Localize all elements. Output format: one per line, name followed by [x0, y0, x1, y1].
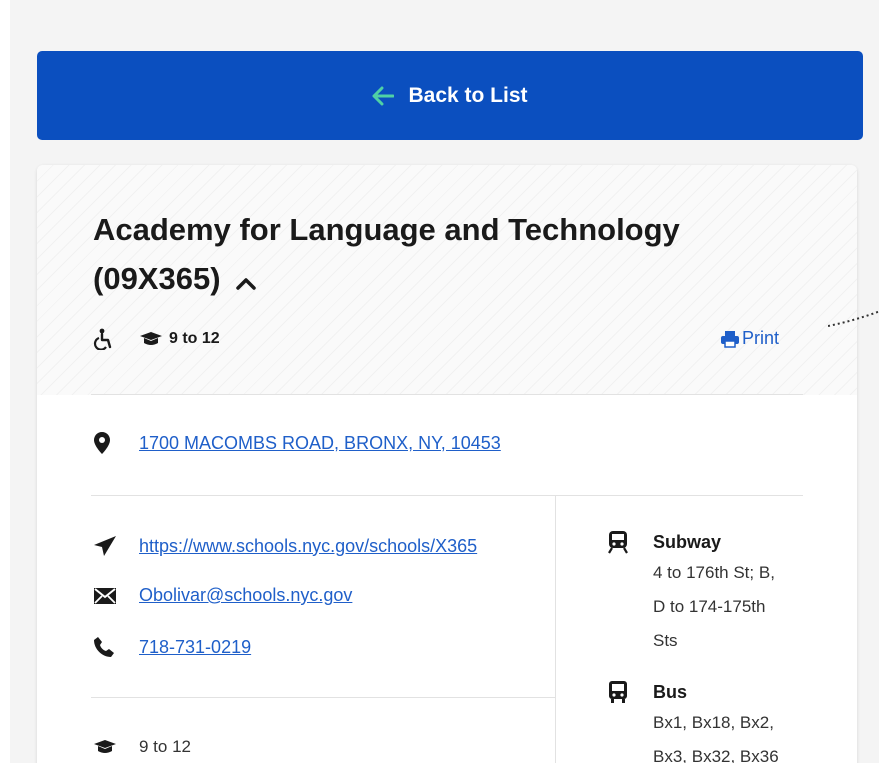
grades-badge: 9 to 12: [169, 330, 220, 347]
divider: [91, 697, 555, 698]
school-name: Academy for Language and Technology: [93, 212, 680, 247]
column-divider: [555, 495, 556, 763]
paper-plane-icon: [93, 535, 139, 557]
divider: [91, 394, 803, 395]
subway-line: 4 to 176th St; B,: [653, 563, 775, 582]
bus-label: Bus: [653, 681, 688, 702]
grades-text: 9 to 12: [139, 737, 191, 756]
subway-line: Sts: [653, 631, 678, 650]
printer-icon: [720, 330, 740, 348]
subway-section: Subway 4 to 176th St; B, D to 174-175th …: [607, 530, 807, 658]
email-row: Obolivar@schools.nyc.gov: [93, 585, 352, 606]
print-button[interactable]: Print: [720, 328, 779, 349]
divider: [91, 495, 803, 496]
email-link[interactable]: Obolivar@schools.nyc.gov: [139, 585, 352, 606]
bus-line: Bx1, Bx18, Bx2,: [653, 713, 774, 732]
grades-row: 9 to 12: [93, 737, 191, 757]
arrow-left-icon: [372, 86, 395, 106]
school-card: Academy for Language and Technology (09X…: [37, 165, 857, 763]
website-row: https://www.schools.nyc.gov/schools/X365: [93, 535, 477, 557]
address-row: 1700 MACOMBS ROAD, BRONX, NY, 10453: [93, 431, 501, 455]
wheelchair-icon: [93, 328, 113, 350]
subway-line: D to 174-175th: [653, 597, 766, 616]
bus-section: Bus Bx1, Bx18, Bx2, Bx3, Bx32, Bx36: [607, 680, 807, 763]
train-icon: [607, 530, 653, 554]
subway-label: Subway: [653, 531, 722, 552]
print-label: Print: [742, 328, 780, 348]
school-meta: 9 to 12: [93, 328, 220, 350]
callout-line: [828, 310, 879, 327]
graduation-cap-icon: [139, 331, 163, 347]
graduation-cap-icon: [93, 739, 139, 755]
bus-icon: [607, 680, 653, 704]
phone-icon: [93, 636, 139, 658]
school-title: Academy for Language and Technology (09X…: [93, 205, 793, 305]
phone-row: 718-731-0219: [93, 636, 251, 658]
envelope-icon: [93, 587, 139, 605]
school-code: (09X365): [93, 261, 221, 296]
website-link[interactable]: https://www.schools.nyc.gov/schools/X365: [139, 536, 477, 557]
bus-lines: Bx1, Bx18, Bx2, Bx3, Bx32, Bx36: [653, 706, 813, 763]
school-detail-panel: Back to List Academy for Language and Te…: [10, 0, 879, 763]
phone-link[interactable]: 718-731-0219: [139, 637, 251, 658]
address-link[interactable]: 1700 MACOMBS ROAD, BRONX, NY, 10453: [139, 433, 501, 454]
back-to-list-label: Back to List: [408, 83, 528, 107]
map-pin-icon: [93, 431, 139, 455]
back-to-list-button[interactable]: Back to List: [37, 51, 863, 140]
chevron-up-icon[interactable]: [235, 256, 257, 305]
bus-line: Bx3, Bx32, Bx36: [653, 747, 779, 763]
subway-lines: 4 to 176th St; B, D to 174-175th Sts: [653, 556, 813, 658]
